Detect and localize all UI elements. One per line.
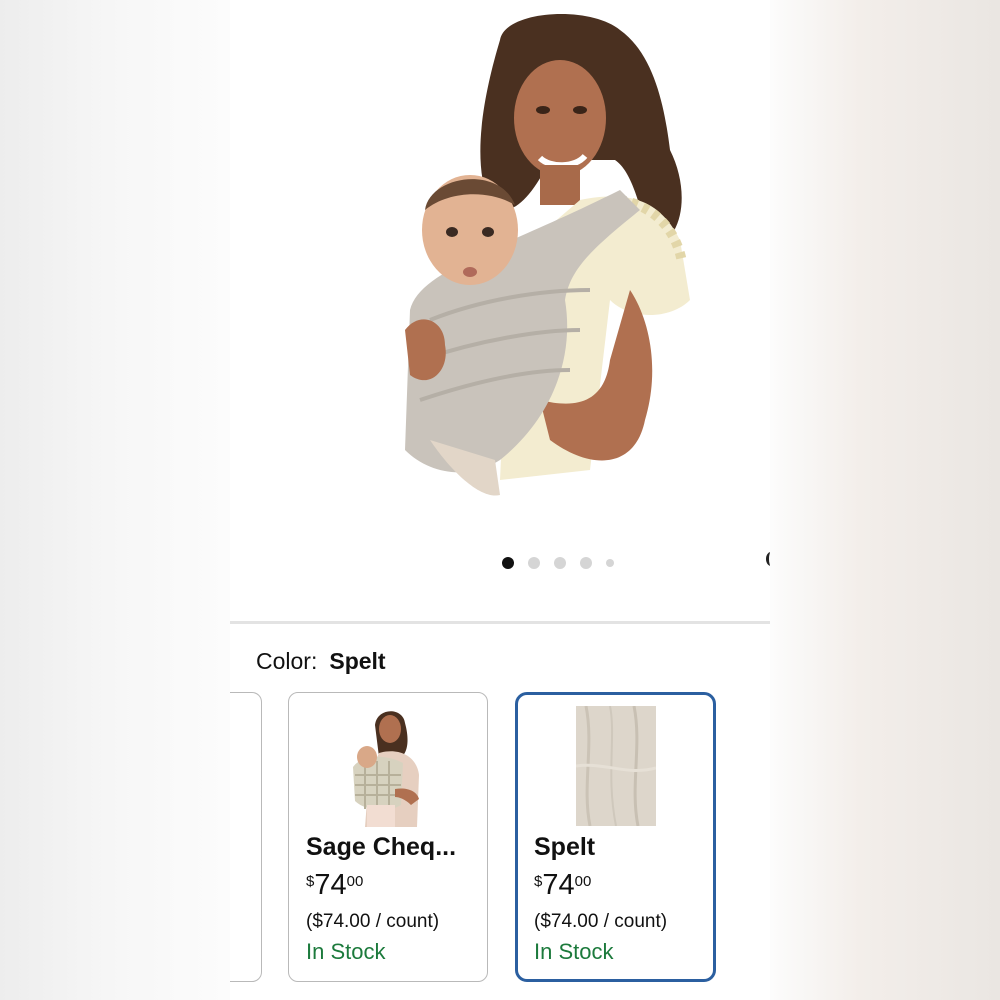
unit-price: ($74.00 / count) — [306, 911, 440, 932]
image-carousel-dots[interactable] — [502, 557, 614, 569]
color-label: Color: — [256, 648, 318, 674]
next-image-peek — [766, 552, 770, 566]
variant-price: $7400 — [306, 869, 363, 902]
spelt-fabric-swatch-thumbnail — [575, 706, 656, 826]
availability-status: In Stock — [306, 939, 386, 964]
product-page: Color: Spelt Sage Cheq... $7400 ($74.00 /… — [230, 0, 770, 1000]
availability-status: In Stock — [534, 939, 614, 964]
carousel-dot-1[interactable] — [502, 557, 514, 569]
carousel-dot-3[interactable] — [554, 557, 566, 569]
unit-price: ($74.00 / count) — [534, 911, 668, 932]
product-main-image[interactable] — [390, 0, 730, 500]
carousel-dot-5[interactable] — [606, 559, 614, 567]
variant-card-previous[interactable] — [230, 692, 262, 982]
variant-card-sage[interactable]: Sage Cheq... $7400 ($74.00 / count) In S… — [288, 692, 488, 982]
carousel-dot-4[interactable] — [580, 557, 592, 569]
variant-name: Spelt — [534, 833, 596, 861]
color-selector-label: Color: Spelt — [256, 648, 386, 675]
selected-color-value: Spelt — [329, 648, 386, 674]
price-symbol: $ — [306, 873, 315, 890]
variant-name: Sage Cheq... — [306, 833, 457, 861]
price-cents: 00 — [346, 873, 364, 890]
price-whole: 74 — [542, 869, 575, 901]
section-divider — [230, 621, 770, 624]
variant-price: $7400 — [534, 869, 591, 902]
carousel-dot-2[interactable] — [528, 557, 540, 569]
price-cents: 00 — [574, 873, 592, 890]
sage-checker-wrap-thumbnail — [353, 711, 419, 827]
variant-card-spelt[interactable]: Spelt $7400 ($74.00 / count) In Stock — [515, 692, 716, 982]
price-symbol: $ — [534, 873, 543, 890]
price-whole: 74 — [314, 869, 347, 901]
